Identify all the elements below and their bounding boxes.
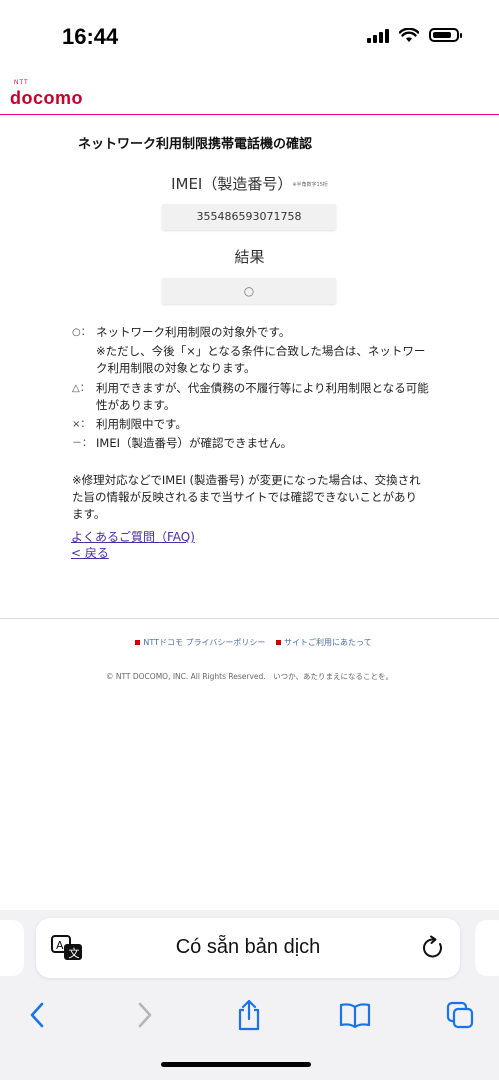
result-legend: ○： ネットワーク利用制限の対象外です。 ※ただし、今後「×」となる条件に合致し…	[72, 324, 432, 454]
legend-text: ネットワーク利用制限の対象外です。	[96, 325, 291, 339]
cellular-signal-icon	[367, 27, 389, 43]
legend-sub-note: ※ただし、今後「×」となる条件に合致した場合は、ネットワーク利用制限の対象となり…	[96, 344, 426, 375]
translation-text: Có sẵn bản dịch	[175, 936, 321, 958]
tabs-icon	[446, 1001, 474, 1029]
previous-card[interactable]	[0, 920, 24, 976]
imei-value-field: 355486593071758	[162, 204, 336, 230]
copyright-text: © NTT DOCOMO, INC. All Rights Reserved. …	[105, 672, 394, 681]
forward-icon	[138, 1002, 152, 1028]
battery-fill	[433, 32, 451, 38]
faq-link[interactable]: よくあるご質問（FAQ)	[71, 529, 195, 545]
back-button[interactable]	[17, 995, 57, 1035]
legend-symbol: ○：	[72, 327, 91, 338]
site-terms-link[interactable]: サイトご利用にあたって	[284, 638, 372, 647]
imei-label-text: IMEI（製造番号）	[171, 175, 293, 193]
tabs-button[interactable]	[440, 995, 480, 1035]
page-links: よくあるご質問（FAQ) < 戻る	[71, 529, 195, 561]
status-icons	[367, 27, 462, 43]
share-icon	[238, 999, 260, 1031]
legend-symbol: －：	[72, 438, 92, 449]
bullet-icon	[275, 640, 281, 645]
imei-label: IMEI（製造番号）※半角数字15桁	[0, 173, 499, 194]
imei-note: ※半角数字15桁	[292, 182, 328, 188]
legend-item: ×： 利用制限中です。	[72, 416, 432, 433]
legend-symbol: △：	[72, 383, 90, 394]
page-title: ネットワーク利用制限携帯電話機の確認	[78, 137, 313, 152]
home-indicator	[161, 1062, 311, 1067]
next-card[interactable]	[475, 920, 499, 976]
translation-bar: A 文 Có sẵn bản dịch	[0, 910, 499, 985]
result-value-field: ○	[162, 278, 336, 304]
legend-text: 利用制限中です。	[96, 417, 187, 431]
back-icon	[30, 1002, 44, 1028]
legend-item: ○： ネットワーク利用制限の対象外です。	[72, 324, 432, 341]
result-label: 結果	[234, 248, 265, 266]
logo-ntt: NTT	[14, 80, 29, 86]
browser-toolbar	[0, 985, 499, 1080]
bullet-icon	[135, 640, 141, 645]
share-button[interactable]	[229, 995, 269, 1035]
back-link[interactable]: < 戻る	[71, 545, 195, 561]
reload-icon[interactable]	[420, 935, 446, 961]
privacy-policy-link[interactable]: NTTドコモ プライバシーポリシー	[143, 638, 265, 647]
bookmarks-icon	[339, 1003, 371, 1028]
legend-text: IMEI（製造番号）が確認できません。	[96, 436, 293, 450]
translation-available-button[interactable]: A 文 Có sẵn bản dịch	[36, 918, 460, 978]
bookmarks-button[interactable]	[335, 995, 375, 1035]
site-footer: NTTドコモ プライバシーポリシー サイトご利用にあたって © NTT DOCO…	[0, 618, 499, 681]
logo-docomo: docomo	[10, 88, 83, 108]
legend-symbol: ×：	[72, 419, 91, 430]
forward-button[interactable]	[125, 995, 165, 1035]
wifi-icon	[399, 27, 419, 42]
repair-note: ※修理対応などでIMEI (製造番号) が変更になった場合は、交換された旨の情報…	[72, 473, 421, 521]
site-header: NTT docomo	[0, 80, 499, 115]
status-time: 16:44	[62, 24, 119, 49]
legend-item: －： IMEI（製造番号）が確認できません。	[72, 435, 432, 452]
battery-icon	[429, 28, 462, 42]
status-bar: 16:44	[0, 0, 499, 75]
legend-text: 利用できますが、代金債務の不履行等により利用制限となる可能性があります。	[96, 381, 429, 412]
legend-item: △： 利用できますが、代金債務の不履行等により利用制限となる可能性があります。	[72, 380, 432, 414]
footer-links: NTTドコモ プライバシーポリシー サイトご利用にあたって	[0, 637, 499, 648]
